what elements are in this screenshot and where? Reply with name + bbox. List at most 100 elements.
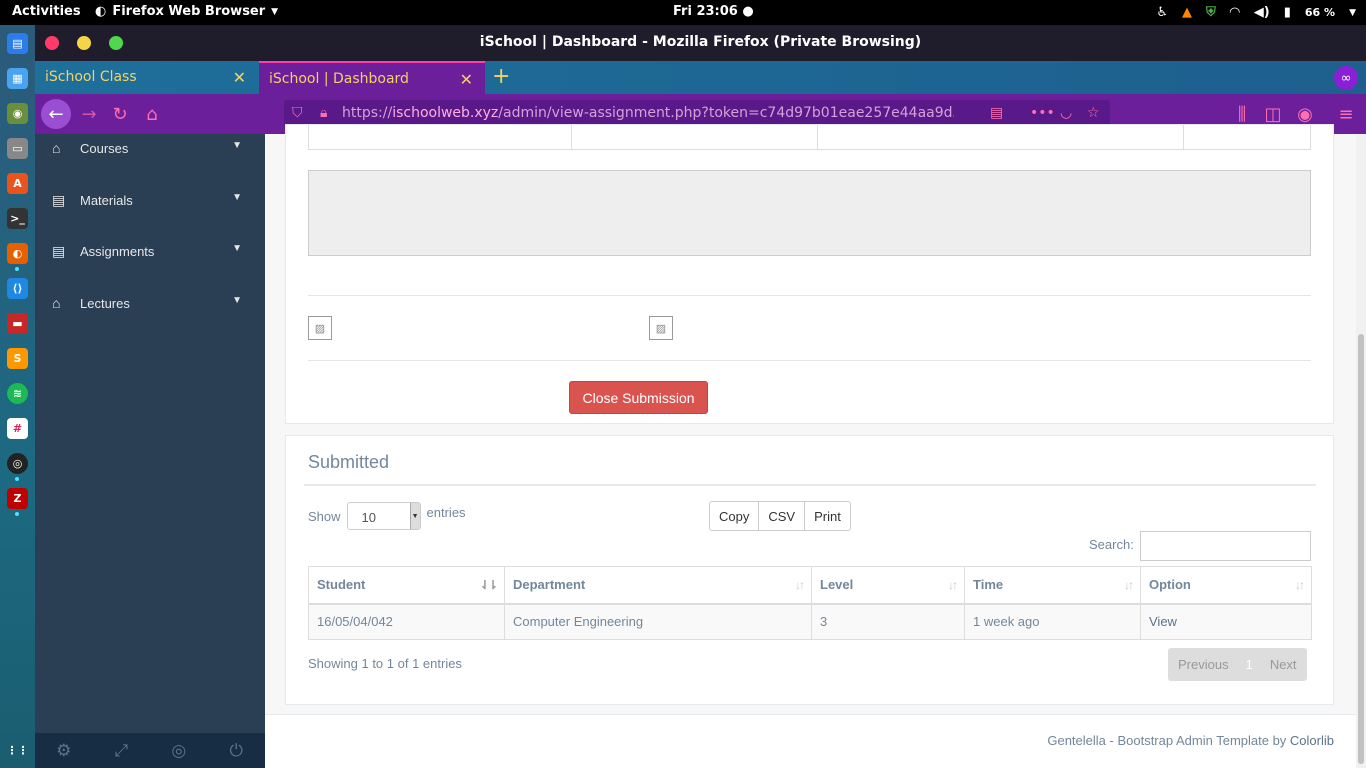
column-header-time[interactable]: Time ↓↑ <box>964 566 1141 605</box>
bookmark-star-icon[interactable]: ☆ <box>1087 105 1100 121</box>
software-center-icon[interactable]: A <box>7 173 28 194</box>
sort-icon: ↓↑ <box>1295 578 1305 592</box>
forward-icon[interactable]: → <box>75 100 103 128</box>
sort-icon: ↓↑ <box>795 578 805 592</box>
menu-icon[interactable]: ≡ <box>1332 100 1360 128</box>
close-icon[interactable]: ✕ <box>460 70 473 89</box>
pagination: Previous 1 Next <box>1168 648 1307 681</box>
shield-icon[interactable]: ⛉ <box>292 105 303 121</box>
attachment-image-icon[interactable]: ▨ <box>649 316 673 340</box>
volume-icon: ◀) <box>1253 5 1270 20</box>
chevron-down-icon: ▼ <box>232 140 242 151</box>
entries-select[interactable]: 10 ▼ <box>346 502 421 530</box>
column-header-level[interactable]: Level ↓↑ <box>811 566 965 605</box>
search-input[interactable] <box>1140 531 1311 561</box>
lock-icon[interactable]: 🔒︎ <box>320 105 327 121</box>
sort-icon: ↓↑ <box>948 578 958 592</box>
app-container: ⌂ Courses ▼ ▤ Materials ▼ ▤ Assignments … <box>35 124 1366 768</box>
page-actions-icon[interactable]: ••• <box>1030 105 1055 121</box>
page-1-button[interactable]: 1 <box>1238 649 1261 680</box>
pocket-icon[interactable]: ◡ <box>1060 105 1072 121</box>
tab-ischool-dashboard[interactable]: iSchool | Dashboard ✕ <box>259 61 485 94</box>
window-title: iSchool | Dashboard - Mozilla Firefox (P… <box>479 34 922 50</box>
tab-ischool-class[interactable]: iSchool Class ✕ <box>35 61 258 94</box>
clock[interactable]: Fri 23:06 ● <box>673 4 754 19</box>
view-link[interactable]: View <box>1140 603 1312 640</box>
divider <box>308 360 1311 361</box>
copy-button[interactable]: Copy <box>709 501 760 531</box>
obs-icon[interactable]: ◎ <box>7 453 28 474</box>
attachment-image-icon[interactable]: ▨ <box>308 316 332 340</box>
running-indicator <box>15 477 19 481</box>
private-browsing-icon: ∞ <box>1334 66 1358 90</box>
chevron-down-icon: ▼ <box>271 6 279 17</box>
sidebar-item-label: Courses <box>80 141 129 156</box>
book-icon: ▤ <box>52 192 66 208</box>
previous-page-button[interactable]: Previous <box>1169 649 1238 680</box>
chevron-down-icon: ▼ <box>409 503 420 529</box>
scrollbar-thumb[interactable] <box>1358 334 1364 764</box>
home-icon: ⌂ <box>52 140 61 156</box>
close-submission-button[interactable]: Close Submission <box>569 381 708 414</box>
files-manager-icon[interactable]: ▭ <box>7 138 28 159</box>
system-tray[interactable]: ♿ ▲ ⛨ ◠ ◀) ▮ 66 % ▼ <box>1156 2 1356 23</box>
assignment-panel: ▨ ▨ Close Submission <box>285 124 1334 424</box>
fullscreen-icon[interactable]: ⤢ <box>93 733 151 768</box>
camera-icon[interactable]: ◉ <box>7 103 28 124</box>
table-row: 16/05/04/042 Computer Engineering 3 1 we… <box>308 603 1312 640</box>
settings-icon[interactable]: ⚙ <box>35 733 93 768</box>
clock-label: Fri 23:06 <box>673 4 738 19</box>
show-label: Show <box>308 508 341 524</box>
panel-title: Submitted <box>308 452 390 472</box>
sort-icon: ⇃⇂ <box>479 578 498 592</box>
column-header-department[interactable]: Department ↓↑ <box>504 566 812 605</box>
column-header-option[interactable]: Option ↓↑ <box>1140 566 1312 605</box>
sort-icon: ↓↑ <box>1124 578 1134 592</box>
sidebar-footer: ⚙ ⤢ ◎ ⏻ <box>35 733 265 768</box>
divider <box>304 484 1316 486</box>
lock-icon[interactable]: ◎ <box>150 733 208 768</box>
sidebar-item-label: Materials <box>80 193 133 208</box>
url-text: https://ischoolweb.xyz/admin/view-assign… <box>342 105 954 121</box>
sublime-icon[interactable]: S <box>7 348 28 369</box>
page-scrollbar[interactable] <box>1356 134 1366 768</box>
sidebar-item-lectures[interactable]: ⌂ Lectures ▼ <box>50 295 250 325</box>
sidebar-item-courses[interactable]: ⌂ Courses ▼ <box>50 140 250 170</box>
back-icon[interactable]: ← <box>41 99 71 129</box>
new-tab-icon[interactable]: + <box>492 64 510 89</box>
activities-button[interactable]: Activities <box>12 4 81 19</box>
department-cell: Computer Engineering <box>504 603 812 640</box>
battery-label: 66 % <box>1304 6 1336 19</box>
next-page-button[interactable]: Next <box>1261 649 1306 680</box>
close-icon[interactable]: ✕ <box>233 68 246 87</box>
app-icon[interactable]: ▬ <box>7 313 28 334</box>
sidebar-item-materials[interactable]: ▤ Materials ▼ <box>50 192 250 222</box>
column-header-student[interactable]: Student ⇃⇂ <box>308 566 505 605</box>
home-icon[interactable]: ⌂ <box>138 100 166 128</box>
slack-icon[interactable]: # <box>7 418 28 439</box>
colorlib-link[interactable]: Colorlib <box>1290 733 1334 748</box>
firefox-icon[interactable]: ◐ <box>7 243 28 264</box>
document-icon[interactable]: ▦ <box>7 68 28 89</box>
terminal-icon[interactable]: >_ <box>7 208 28 229</box>
csv-button[interactable]: CSV <box>758 501 806 531</box>
logout-icon[interactable]: ⏻ <box>208 733 266 768</box>
submission-textarea[interactable] <box>308 170 1311 256</box>
show-apps-icon[interactable]: ⋮⋮ <box>7 740 29 761</box>
sidebar-item-assignments[interactable]: ▤ Assignments ▼ <box>50 243 250 273</box>
reload-icon[interactable]: ↻ <box>106 100 134 128</box>
time-cell: 1 week ago <box>964 603 1141 640</box>
reader-view-icon[interactable]: ▤ <box>990 105 1003 121</box>
running-indicator <box>15 512 19 516</box>
filezilla-icon[interactable]: Z <box>7 488 28 509</box>
files-icon[interactable]: ▤ <box>7 33 28 54</box>
column-label: Level <box>820 577 854 593</box>
app-menu[interactable]: ◐ Firefox Web Browser ▼ <box>95 4 278 19</box>
print-button[interactable]: Print <box>804 501 851 531</box>
export-buttons: Copy CSV Print <box>709 501 851 531</box>
spotify-icon[interactable]: ≋ <box>7 383 28 404</box>
vscode-icon[interactable]: ⟨⟩ <box>7 278 28 299</box>
footer-credit: Gentelella - Bootstrap Admin Template by <box>1047 733 1290 748</box>
chevron-down-icon: ▼ <box>232 243 242 254</box>
entries-label: entries <box>426 504 466 520</box>
